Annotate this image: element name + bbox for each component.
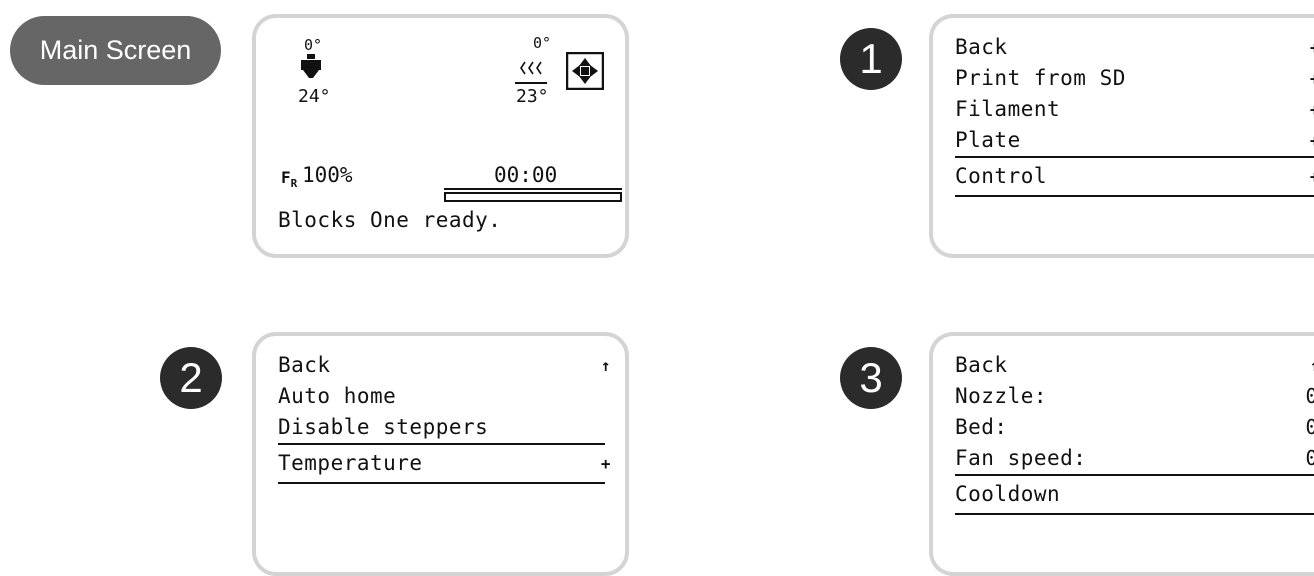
main-screen-label: Main Screen <box>10 16 221 85</box>
up-arrow-icon: ↑ <box>1310 350 1314 381</box>
menu-item-label: Cooldown <box>955 482 1061 506</box>
menu-item-value: 0 <box>1305 384 1314 408</box>
menu-item-auto-home[interactable]: Auto home <box>278 381 605 412</box>
menu-item-temperature[interactable]: Temperature + <box>278 443 610 484</box>
menu-list: Back ↑ Auto home Disable steppers Temperatur… <box>278 350 610 484</box>
menu-item-label: Filament <box>955 97 1061 121</box>
menu-item-nozzle[interactable]: Nozzle: 0 <box>955 381 1314 412</box>
menu-list: Back+Print from SD+Filament+Plate+Contro… <box>955 32 1314 197</box>
menu-item-label: Plate <box>955 128 1021 152</box>
menu-item-label: Control <box>955 164 1048 188</box>
step-badge-1: 1 <box>840 28 902 90</box>
time-underline <box>444 188 622 190</box>
menu-item-value: 0 <box>1305 446 1314 470</box>
bed-heat-icon <box>515 61 547 84</box>
menu-item-label: Back <box>278 353 331 377</box>
bed-current-temp: 23° <box>516 86 549 107</box>
menu-item-label: Fan speed: <box>955 446 1087 470</box>
menu-item-plate[interactable]: Plate + <box>955 125 1314 156</box>
submenu-arrow-icon: + <box>600 454 611 473</box>
menu-item-label: Back <box>955 35 1008 59</box>
elapsed-time: 00:00 <box>494 163 558 187</box>
step-badge-2: 2 <box>160 347 222 409</box>
menu-item-label: Temperature <box>278 451 423 475</box>
hotend-current-temp: 24° <box>298 86 331 107</box>
menu-item-back[interactable]: Back ↑ <box>955 350 1314 381</box>
feedrate-icon: FR <box>281 168 298 191</box>
step-badge-3: 3 <box>840 347 902 409</box>
hotend-target-temp: 0° <box>304 36 323 54</box>
main-status-screen: 0° 24° 0° 23° FR 100% 00:00 Blocks One r… <box>252 14 629 258</box>
menu-item-label: Back <box>955 353 1008 377</box>
menu-item-label: Bed: <box>955 415 1008 439</box>
feedrate-value: 100% <box>302 163 353 187</box>
menu-item-back[interactable]: Back ↑ <box>278 350 610 381</box>
submenu-arrow-icon: + <box>1310 161 1314 192</box>
menu-item-print-from-sd[interactable]: Print from SD + <box>955 63 1314 94</box>
menu-item-back[interactable]: Back + <box>955 32 1314 63</box>
menu-item-bed[interactable]: Bed: 0 <box>955 412 1314 443</box>
menu-item-label: Print from SD <box>955 66 1126 90</box>
menu-item-value: 0 <box>1305 415 1314 439</box>
menu-item-filament[interactable]: Filament + <box>955 94 1314 125</box>
status-message: Blocks One ready. <box>278 208 502 232</box>
submenu-arrow-icon: + <box>1310 63 1314 94</box>
menu-item-disable-steppers[interactable]: Disable steppers <box>278 412 605 443</box>
submenu-arrow-icon: + <box>1310 32 1314 63</box>
menu-item-fan-speed[interactable]: Fan speed: 0 <box>955 443 1314 474</box>
menu-item-label: Disable steppers <box>278 415 489 439</box>
progress-bar <box>444 192 622 202</box>
home-arrows-icon <box>566 52 604 90</box>
menu-list: Back ↑ Nozzle: 0 Bed: 0 Fan speed: 0 Cooldown <box>955 350 1314 515</box>
menu-item-label: Auto home <box>278 384 397 408</box>
submenu-arrow-icon: + <box>1310 125 1314 156</box>
menu-item-cooldown[interactable]: Cooldown <box>955 474 1314 515</box>
submenu-arrow-icon: + <box>1310 94 1314 125</box>
nozzle-icon <box>301 54 321 78</box>
menu-screen-2: Back ↑ Auto home Disable steppers Temperatur… <box>252 332 629 576</box>
bed-target-temp: 0° <box>533 34 552 52</box>
up-arrow-icon: ↑ <box>600 356 611 375</box>
menu-item-label: Nozzle: <box>955 384 1048 408</box>
menu-screen-1: Back+Print from SD+Filament+Plate+Contro… <box>929 14 1314 258</box>
menu-item-control[interactable]: Control + <box>955 156 1314 197</box>
menu-screen-3: Back ↑ Nozzle: 0 Bed: 0 Fan speed: 0 Cooldown <box>929 332 1314 576</box>
